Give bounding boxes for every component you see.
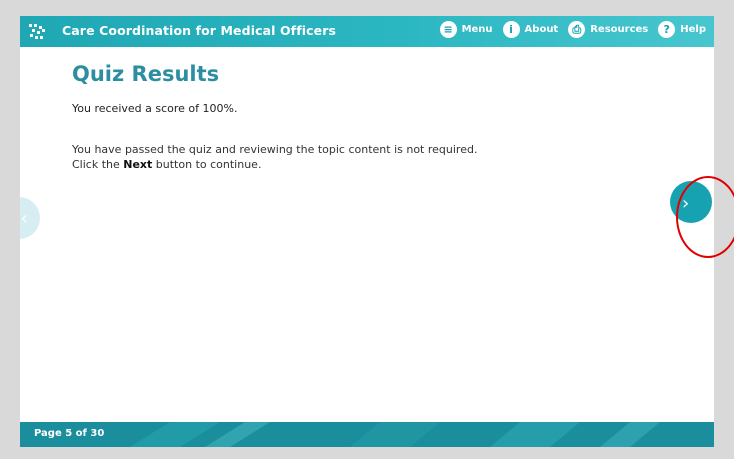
page-counter: Page 5 of 30	[34, 428, 105, 439]
page-title: Quiz Results	[72, 62, 220, 86]
help-icon: ?	[658, 21, 676, 38]
footer-bar: Page 5 of 30	[20, 422, 714, 447]
about-label: About	[524, 24, 559, 35]
about-button[interactable]: i About	[502, 21, 559, 38]
top-nav: ≡ Menu i About ⎙ Resources ? Help	[439, 21, 706, 38]
menu-label: Menu	[461, 24, 493, 35]
app-title: Care Coordination for Medical Officers	[62, 23, 337, 38]
top-bar: Care Coordination for Medical Officers ≡…	[20, 16, 714, 47]
course-window: Care Coordination for Medical Officers ≡…	[20, 16, 714, 447]
score-text: You received a score of 100%.	[72, 102, 238, 115]
chevron-left-icon: ‹	[20, 207, 28, 229]
next-button[interactable]: ›	[670, 181, 712, 223]
resources-icon: ⎙	[568, 21, 586, 38]
help-button[interactable]: ? Help	[658, 21, 706, 38]
resources-label: Resources	[590, 24, 649, 35]
footer-decoration	[130, 422, 660, 447]
resources-button[interactable]: ⎙ Resources	[568, 21, 648, 38]
menu-icon: ≡	[439, 21, 457, 38]
instruction-prefix: Click the	[72, 158, 124, 171]
menu-button[interactable]: ≡ Menu	[439, 21, 493, 38]
info-icon: i	[502, 21, 520, 38]
help-label: Help	[680, 24, 706, 35]
chevron-right-icon: ›	[682, 193, 690, 214]
result-message-line2: Click the Next button to continue.	[72, 157, 672, 172]
logo-icon	[29, 24, 45, 39]
result-message-line1: You have passed the quiz and reviewing t…	[72, 143, 478, 156]
instruction-suffix: button to continue.	[152, 158, 262, 171]
previous-button[interactable]: ‹	[20, 197, 40, 239]
main-content: Quiz Results You received a score of 100…	[72, 62, 672, 172]
result-message: You have passed the quiz and reviewing t…	[72, 142, 672, 172]
next-keyword: Next	[123, 158, 153, 171]
